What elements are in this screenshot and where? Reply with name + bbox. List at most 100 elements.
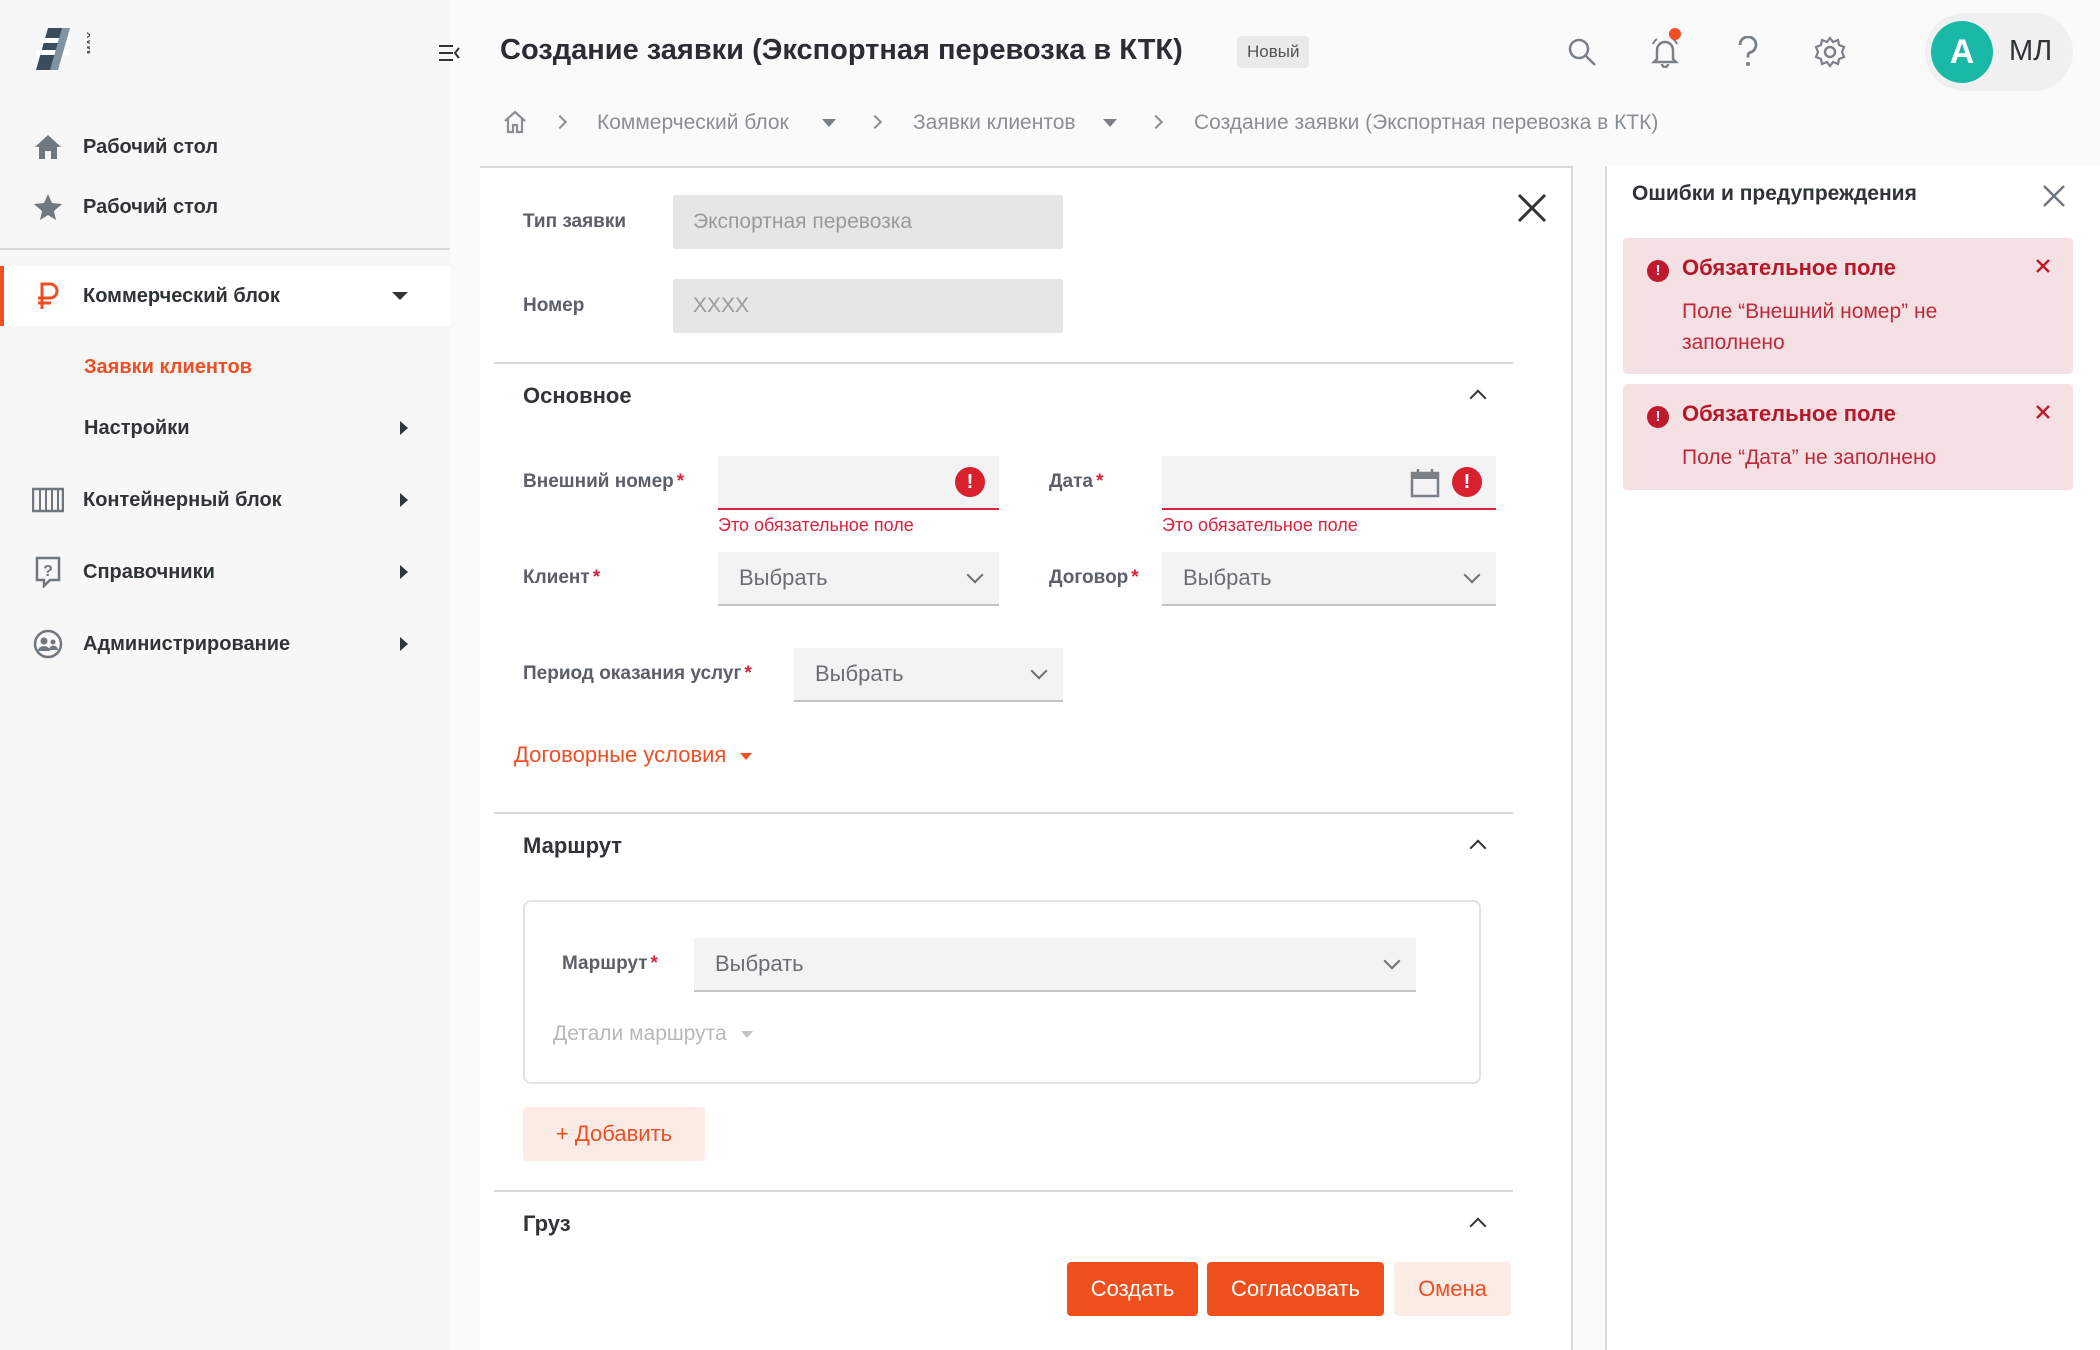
external-number-input[interactable]: ! [718,456,999,510]
date-label: Дата * [1049,471,1104,492]
sidebar-item-container[interactable]: Контейнерный блок [0,470,450,530]
sidebar-item-label: Справочники [83,560,215,583]
sidebar-item-favorites[interactable]: Рабочий стол [0,177,450,237]
user-initials: МЛ [2009,35,2053,67]
breadcrumb-separator-icon [1148,114,1164,130]
error-icon: ! [1452,467,1482,497]
admin-icon [32,628,64,660]
request-type-label: Тип заявки [523,211,627,232]
error-card-text: Поле “Дата” не заполнено [1682,446,1937,469]
avatar: A [1931,21,1993,83]
chevron-right-icon [400,493,408,507]
caret-down-icon [740,752,753,760]
search-icon[interactable] [1564,34,1600,70]
section-divider [494,812,1513,814]
sidebar-item-label: Администрирование [83,632,291,655]
close-errors-panel-icon[interactable] [2040,182,2068,210]
home-icon [32,131,64,163]
breadcrumb-item-current: Создание заявки (Экспортная перевозка в … [1194,111,1659,134]
app-root: MAX Рабочий стол Рабочий стол Коммерческ… [0,0,2100,1350]
app-logo[interactable]: MAX [34,26,97,72]
route-label: Маршрут * [562,953,658,974]
contract-select[interactable]: Выбрать [1162,552,1496,606]
error-card: ! Обязательное поле Поле “Внешний номер”… [1623,238,2073,374]
section-title-cargo: Груз [523,1211,571,1236]
chevron-down-icon [1030,662,1048,680]
section-divider [494,1190,1513,1192]
number-label: Номер [523,295,585,316]
sidebar-item-commercial[interactable]: Коммерческий блок [0,266,450,326]
error-icon: ! [955,467,985,497]
service-period-select-value: Выбрать [815,661,904,686]
sidebar-item-label: Контейнерный блок [83,488,282,511]
notification-dot [1669,28,1681,40]
sidebar-item-label: Настройки [84,416,190,439]
ruble-icon [32,280,64,312]
number-field: XXXX [673,279,1063,333]
create-button[interactable]: Создать [1067,1262,1198,1316]
service-period-label: Период оказания услуг * [523,663,752,684]
route-select-value: Выбрать [715,951,804,976]
collapse-sidebar-icon[interactable] [437,42,461,64]
error-card-title: Обязательное поле [1682,255,1896,280]
star-icon [32,191,64,223]
add-route-button[interactable]: + Добавить [523,1107,705,1161]
breadcrumb-separator-icon [867,114,883,130]
cancel-button[interactable]: Омена [1394,1262,1511,1316]
route-card [523,900,1481,1084]
chevron-down-icon [966,566,984,584]
notifications-bell-icon[interactable] [1647,28,1683,70]
close-form-icon[interactable] [1516,192,1548,224]
sidebar: MAX Рабочий стол Рабочий стол Коммерческ… [0,0,460,1350]
section-title-route: Маршрут [523,833,623,858]
date-input[interactable]: ! [1162,456,1496,510]
chevron-down-icon [1383,952,1401,970]
section-divider [494,362,1513,364]
route-select[interactable]: Выбрать [694,938,1416,992]
sidebar-subitem-settings[interactable]: Настройки [0,398,450,458]
route-details-link: Детали маршрута [553,1022,753,1046]
contract-select-value: Выбрать [1183,565,1272,590]
request-type-field: Экспортная перевозка [673,195,1063,249]
dismiss-error-icon[interactable] [2033,256,2053,276]
sidebar-item-desktop[interactable]: Рабочий стол [0,117,450,177]
user-menu[interactable]: A МЛ [1925,13,2073,91]
client-select[interactable]: Выбрать [718,552,999,606]
help-icon[interactable] [1730,34,1766,70]
svg-text:?: ? [43,563,53,580]
breadcrumb-item-commercial[interactable]: Коммерческий блок [597,108,789,138]
service-period-select[interactable]: Выбрать [794,648,1063,702]
caret-down-icon [740,1030,753,1038]
calendar-icon[interactable] [1410,468,1440,504]
sidebar-item-label: Рабочий стол [83,195,219,218]
client-select-value: Выбрать [739,565,828,590]
help-book-icon: ? [32,556,64,588]
contract-terms-link[interactable]: Договорные условия [514,742,753,768]
home-icon[interactable] [502,110,528,143]
error-card-title: Обязательное поле [1682,401,1896,426]
sidebar-item-label: Рабочий стол [83,135,219,158]
breadcrumb-item-client-requests[interactable]: Заявки клиентов [913,108,1076,138]
error-icon: ! [1647,406,1669,428]
section-title-main: Основное [523,383,632,408]
svg-text:MAX: MAX [86,31,90,54]
sidebar-item-label: Коммерческий блок [83,284,280,307]
sidebar-divider [0,248,450,250]
sidebar-item-references[interactable]: ? Справочники [0,542,450,602]
caret-down-icon[interactable] [1103,119,1117,127]
settings-gear-icon[interactable] [1812,34,1848,70]
chevron-right-icon [400,421,408,435]
sidebar-item-administration[interactable]: Администрирование [0,614,450,674]
external-number-label: Внешний номер * [523,471,685,492]
client-label: Клиент * [523,567,601,588]
chevron-right-icon [400,565,408,579]
breadcrumb-separator-icon [552,114,568,130]
sidebar-subitem-client-requests[interactable]: Заявки клиентов [84,356,252,379]
approve-button[interactable]: Согласовать [1207,1262,1384,1316]
errors-panel-title: Ошибки и предупреждения [1632,182,1917,205]
status-badge: Новый [1237,36,1310,68]
container-icon [32,484,64,516]
caret-down-icon[interactable] [822,119,836,127]
dismiss-error-icon[interactable] [2033,402,2053,422]
error-card-text: Поле “Внешний номер” не заполнено [1682,300,1938,354]
